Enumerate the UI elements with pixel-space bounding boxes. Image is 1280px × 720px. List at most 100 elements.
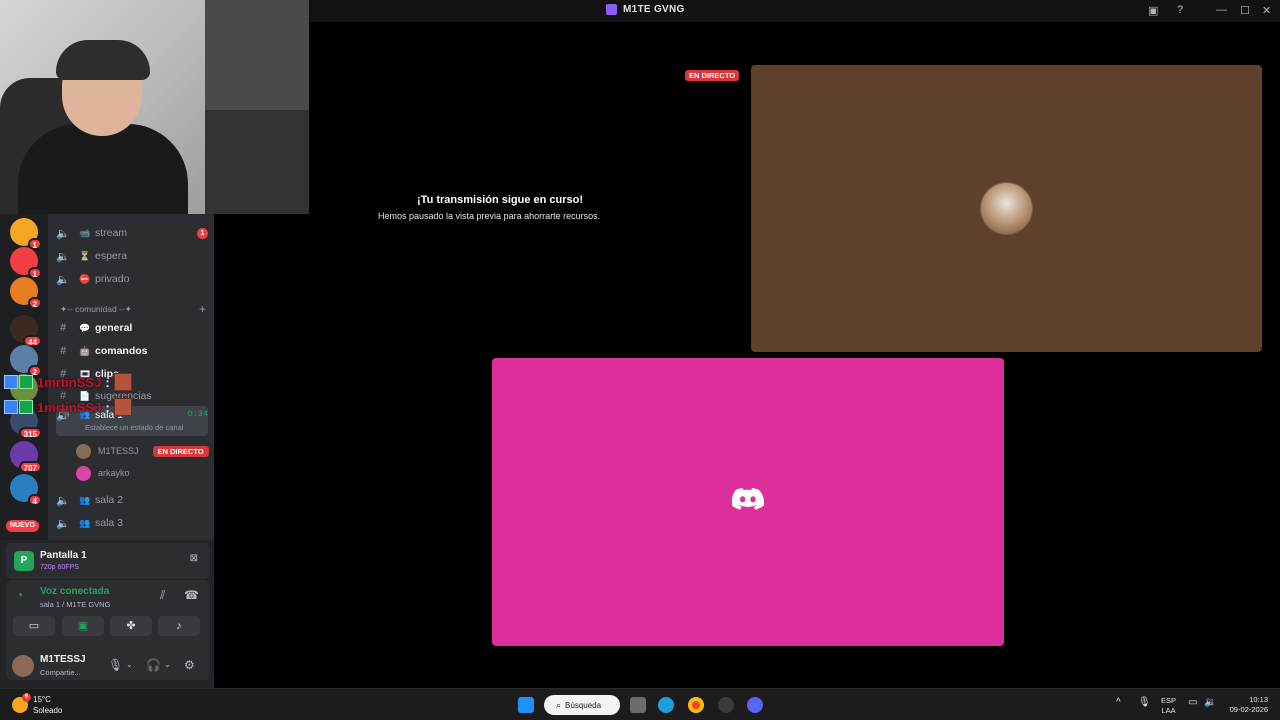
channel-general[interactable]: # 💬 general [56, 318, 208, 338]
voice-user-name: M1TESSJ [98, 446, 139, 456]
activities-button[interactable]: ✤ [110, 616, 152, 636]
avatar [76, 465, 91, 481]
microphone-icon[interactable]: 🎙 [1138, 697, 1151, 708]
discord-icon[interactable] [747, 697, 763, 713]
taskbar: 6 15°C Soleado ⌕ Búsqueda ^ 🎙 ESP LAA ▭ … [0, 688, 1280, 720]
headphones-icon[interactable]: 🎧 [146, 658, 161, 672]
chat-colon: : [105, 399, 110, 415]
camera-emoji-icon: 📹 [79, 227, 91, 238]
stream-stage: ¡Tu transmisión sigue en curso! Hemos pa… [214, 22, 1280, 688]
streamer [18, 26, 188, 214]
edge-icon[interactable] [658, 697, 674, 713]
taskbar-search[interactable]: ⌕ Búsqueda [544, 695, 620, 715]
participant-tile-arkayko[interactable] [492, 358, 1004, 646]
voice-location[interactable]: sala 1 / M1TE GVNG [40, 600, 110, 609]
gear-icon[interactable]: ⚙ [184, 658, 195, 672]
share-screen-button[interactable]: ▣ [62, 616, 104, 636]
speech-emoji-icon: 💬 [79, 322, 91, 333]
channel-comandos[interactable]: # 🤖 comandos [56, 341, 208, 361]
language-code: ESP [1161, 696, 1177, 705]
voice-status[interactable]: Voz conectada [40, 586, 109, 597]
weather-desc[interactable]: Soleado [33, 706, 62, 715]
server-icon-4[interactable]: 44 [10, 315, 42, 347]
channel-status-prompt[interactable]: Establece un estado de canal [85, 423, 183, 432]
chevron-up-icon[interactable]: ^ [1116, 697, 1121, 708]
screen-share-card[interactable]: P Pantalla 1 720p 60FPS ⊠ [6, 543, 210, 579]
bystander [205, 0, 309, 214]
new-server-badge: NUEVO [6, 520, 39, 532]
server-icon-3[interactable]: 2 [10, 277, 42, 309]
channel-privado[interactable]: 🔈 ⛔ privado [56, 269, 208, 289]
help-icon[interactable]: ? [1177, 4, 1183, 16]
channel-label: sala 2 [95, 494, 124, 506]
chat-emote-icon [113, 398, 132, 416]
server-icon-9[interactable]: 4 [10, 474, 42, 506]
speaker-icon: 🔈 [56, 273, 70, 286]
channel-sala-2[interactable]: 🔈 👥 sala 2 [56, 490, 208, 510]
obs-icon[interactable] [718, 697, 734, 713]
speaker-icon: 🔈 [56, 250, 70, 263]
voice-timer: 0:34 [187, 409, 208, 419]
channel-espera[interactable]: 🔈 ⏳ espera [56, 246, 208, 266]
server-icon-5[interactable]: 2 [10, 345, 42, 377]
soundboard-button[interactable]: ♪ [158, 616, 200, 636]
user-name[interactable]: M1TESSJ [40, 654, 86, 665]
clock-time: 10:13 [1249, 695, 1268, 704]
chevron-down-icon[interactable]: ⌄ [126, 660, 133, 669]
window-title-text: M1TE GVNG [623, 4, 685, 15]
stop-share-icon[interactable]: ⊠ [190, 553, 198, 564]
weather-badge: 6 [22, 693, 31, 702]
server-icon-8[interactable]: 707 [10, 441, 42, 473]
speaker-icon: 🔈 [56, 227, 70, 240]
signal-icon: ◔ [16, 588, 24, 602]
task-view-icon[interactable] [630, 697, 646, 713]
server-badge: 1 [27, 267, 42, 279]
voice-user-m1tessj[interactable]: M1TESSJ EN DIRECTO [76, 442, 209, 460]
streamer-hoodie [18, 124, 188, 214]
language-indicator[interactable]: ESP LAA [1161, 696, 1176, 716]
server-icon-2[interactable]: 1 [10, 247, 42, 279]
user-status: Compartie... [40, 668, 81, 677]
chevron-down-icon[interactable]: ⌄ [164, 660, 171, 669]
channel-label: general [95, 322, 133, 334]
server-badge: 2 [27, 297, 42, 309]
chrome-icon[interactable] [688, 697, 704, 713]
noise-suppression-icon[interactable]: ⫽ [160, 588, 165, 603]
volume-icon[interactable]: 🔉 [1204, 697, 1216, 708]
weather-temp[interactable]: 15°C [33, 695, 51, 704]
people-emoji-icon: 👥 [79, 517, 91, 528]
channel-label: sala 3 [95, 517, 124, 529]
avatar [980, 182, 1033, 235]
channel-label: espera [95, 250, 128, 262]
voice-user-arkayko[interactable]: arkayko [76, 464, 130, 482]
inbox-icon[interactable]: ▣ [1148, 4, 1158, 17]
maximize-icon[interactable]: ☐ [1240, 4, 1250, 17]
close-icon[interactable]: ✕ [1262, 4, 1271, 17]
screen-share-title: Pantalla 1 [40, 550, 87, 561]
search-label: Búsqueda [565, 700, 602, 710]
server-badge: 4 [27, 494, 42, 506]
participant-tile-m1tessj[interactable] [751, 65, 1262, 352]
clock[interactable]: 10:13 09-02-2026 [1224, 695, 1268, 715]
window-title: M1TE GVNG [606, 4, 685, 15]
avatar[interactable] [12, 655, 34, 677]
keyboard-layout: LAA [1161, 706, 1176, 715]
network-icon[interactable]: ▭ [1188, 697, 1197, 708]
channel-sala-3[interactable]: 🔈 👥 sala 3 [56, 513, 208, 533]
live-badge: EN DIRECTO [685, 70, 740, 81]
hash-icon: # [59, 322, 67, 334]
camera-off-button[interactable]: ▭ [13, 616, 55, 636]
server-badge: 707 [18, 461, 42, 473]
microphone-icon[interactable]: 🎙 [108, 658, 123, 672]
minimize-icon[interactable]: — [1216, 4, 1227, 16]
hourglass-emoji-icon: ⏳ [79, 250, 91, 261]
screen-share-quality: 720p 60FPS [40, 564, 79, 571]
category-comunidad[interactable]: ✦-- comunidad --✦ [60, 304, 132, 315]
server-icon-1[interactable]: 1 [10, 218, 42, 250]
webcam-overlay [0, 0, 309, 214]
add-channel-icon[interactable]: + [199, 302, 206, 316]
server-glyph-icon [606, 4, 617, 15]
channel-stream[interactable]: 🔈 📹 stream 1 [56, 223, 208, 243]
windows-start-icon[interactable] [518, 697, 534, 713]
disconnect-icon[interactable]: ☎ [184, 588, 199, 602]
